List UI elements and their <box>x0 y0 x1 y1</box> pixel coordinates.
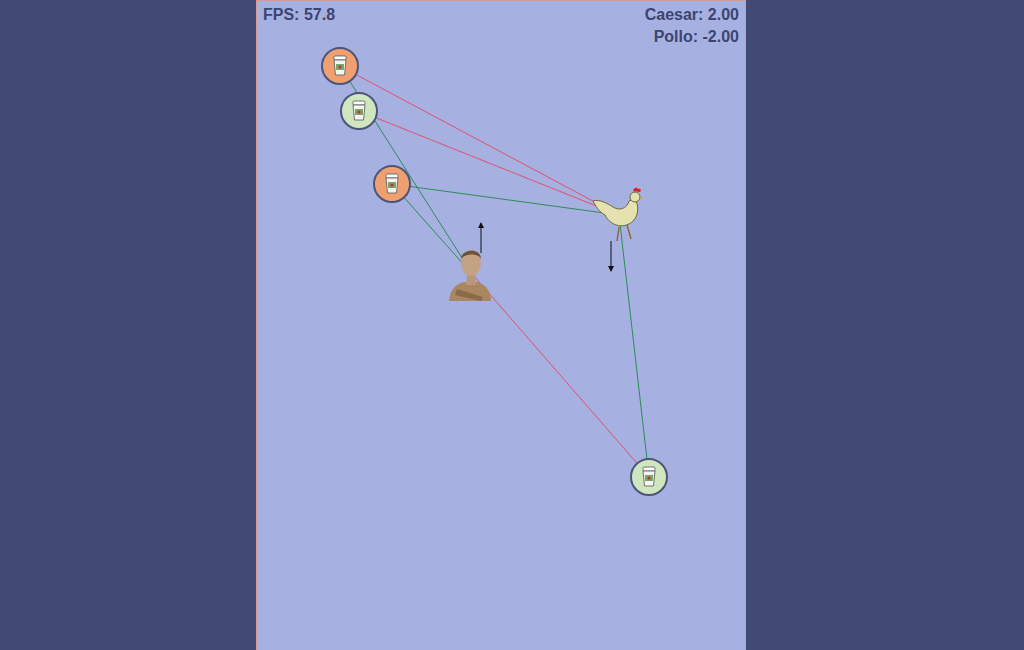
token[interactable] <box>321 47 359 85</box>
link-line <box>340 66 619 215</box>
hud: FPS: 57.8 Caesar: 2.00Pollo: -2.00 <box>257 1 745 47</box>
link-line <box>619 215 649 477</box>
velocity-arrow-icon <box>481 225 482 253</box>
link-layer <box>257 1 746 650</box>
token[interactable] <box>630 458 668 496</box>
cup-icon <box>329 54 351 78</box>
link-line <box>359 111 619 215</box>
chicken-icon[interactable] <box>589 187 651 243</box>
link-line <box>473 275 649 477</box>
game-stage[interactable]: FPS: 57.8 Caesar: 2.00Pollo: -2.00 <box>256 0 746 650</box>
cup-icon <box>381 172 403 196</box>
score-label: Pollo: -2.00 <box>654 27 739 47</box>
score-label: Caesar: 2.00 <box>645 5 739 25</box>
cup-icon <box>638 465 660 489</box>
caesar-statue-icon[interactable] <box>447 245 493 301</box>
cup-icon <box>348 99 370 123</box>
scoreboard: Caesar: 2.00Pollo: -2.00 <box>645 5 739 47</box>
fps-counter: FPS: 57.8 <box>263 5 335 25</box>
game-page: FPS: 57.8 Caesar: 2.00Pollo: -2.00 <box>0 0 1024 650</box>
velocity-arrow-icon <box>611 241 612 269</box>
link-line <box>392 184 619 215</box>
token[interactable] <box>340 92 378 130</box>
token[interactable] <box>373 165 411 203</box>
link-line <box>340 66 473 275</box>
